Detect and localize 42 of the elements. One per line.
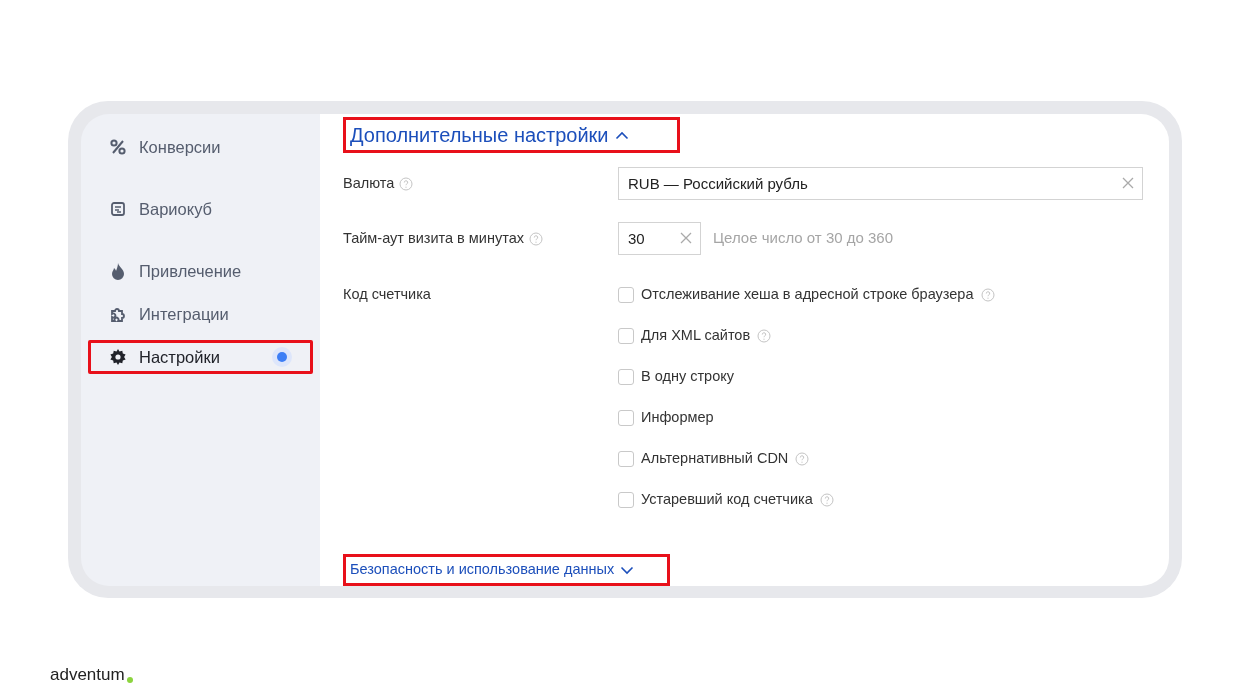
help-icon[interactable]: [795, 451, 810, 466]
checkbox[interactable]: [618, 286, 634, 303]
checkbox[interactable]: [618, 491, 634, 508]
checkbox[interactable]: [618, 368, 634, 385]
sidebar-item[interactable]: Конверсии: [88, 130, 313, 164]
help-icon[interactable]: [757, 328, 772, 343]
percent-icon: [109, 138, 127, 156]
help-icon[interactable]: [980, 287, 995, 302]
clear-icon[interactable]: [1122, 177, 1134, 189]
checkbox-label: В одну строку: [641, 366, 734, 386]
puzzle-icon: [109, 305, 127, 323]
flame-icon: [109, 262, 127, 280]
sidebar-item[interactable]: Интеграции: [88, 297, 313, 331]
checkbox[interactable]: [618, 327, 634, 344]
help-icon[interactable]: [819, 492, 834, 507]
gear-icon: [109, 348, 127, 366]
field-label: Код счетчика: [343, 284, 431, 304]
chevron-down-icon: [620, 565, 635, 575]
checkbox-label: Устаревший код счетчика: [641, 489, 813, 509]
checkbox-label: Информер: [641, 407, 714, 427]
checkbox[interactable]: [618, 409, 634, 426]
sidebar-item[interactable]: Привлечение: [88, 254, 313, 288]
help-icon[interactable]: [399, 176, 414, 191]
checkbox-label: Альтернативный CDN: [641, 448, 789, 468]
field-label: Тайм-аут визита в минутах: [343, 228, 524, 248]
section-toggle[interactable]: Дополнительные настройки: [343, 117, 680, 153]
field-label: Валюта: [343, 173, 395, 193]
sidebar-item[interactable]: Вариокуб: [88, 192, 313, 226]
clear-icon[interactable]: [680, 232, 692, 244]
help-icon[interactable]: [528, 231, 543, 246]
logo-text: adventum: [50, 664, 125, 686]
calendar-icon: [109, 200, 127, 218]
input-field[interactable]: 30: [618, 222, 701, 255]
hint-text: Целое число от 30 до 360: [713, 228, 894, 249]
checkbox[interactable]: [618, 450, 634, 467]
checkbox-label: Для XML сайтов: [641, 325, 751, 345]
logo-dot-icon: [126, 676, 133, 683]
checkbox-label: Отслеживание хеша в адресной строке браузера: [641, 284, 974, 304]
section-toggle[interactable]: Безопасность и использование данных: [343, 554, 670, 586]
chevron-up-icon: [614, 130, 629, 140]
sidebar-item[interactable]: Настройки: [88, 340, 313, 374]
input-field[interactable]: RUB — Российский рубль: [618, 167, 1143, 200]
